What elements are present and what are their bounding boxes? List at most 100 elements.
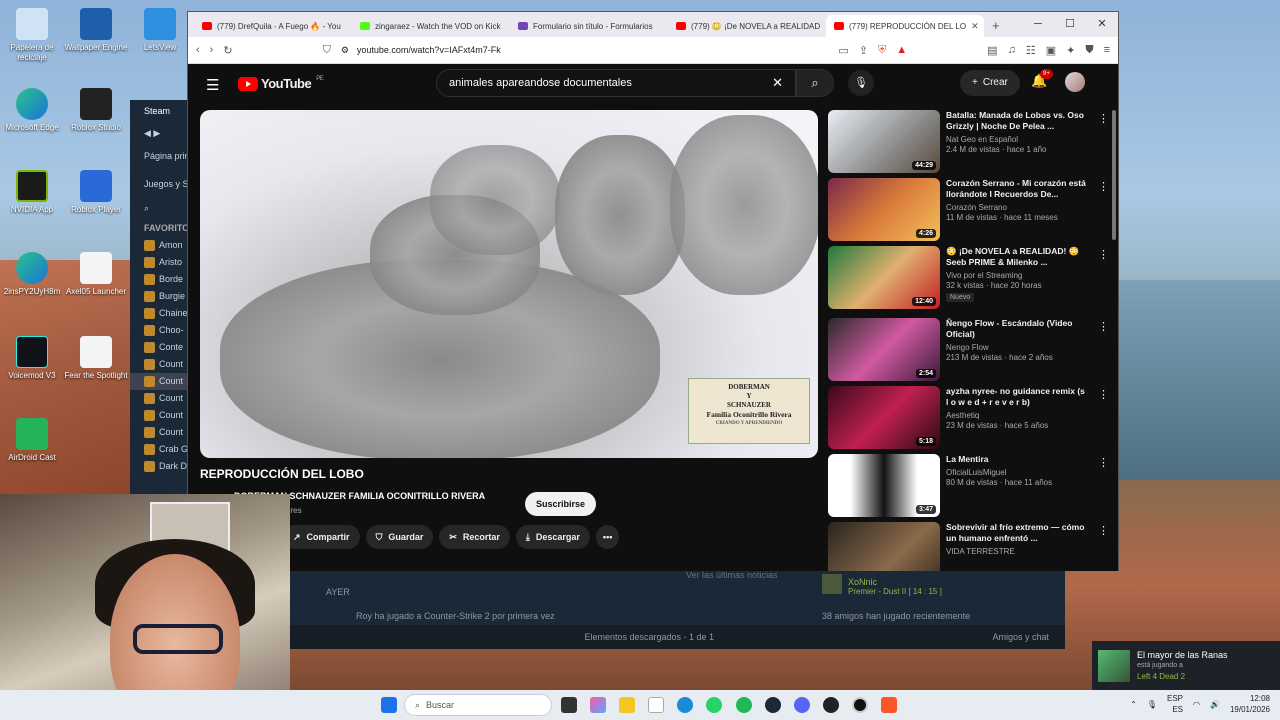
steam-game-item[interactable]: Count bbox=[130, 356, 190, 373]
edge-icon[interactable] bbox=[677, 697, 693, 713]
desktop-icon-voicemod[interactable]: Voicemod V3 bbox=[0, 336, 68, 381]
forward-icon[interactable]: › bbox=[210, 44, 214, 56]
maximize-button[interactable]: ☐ bbox=[1054, 12, 1086, 37]
language-indicator[interactable]: ESP ES bbox=[1167, 693, 1183, 715]
notifications-button[interactable]: 🔔 9+ bbox=[1031, 69, 1053, 89]
app-icon[interactable] bbox=[852, 697, 868, 713]
tab-kick[interactable]: zingaraez - Watch the VOD on Kick bbox=[352, 15, 510, 37]
extensions-icon[interactable]: ✦ bbox=[1066, 44, 1075, 57]
new-tab-button[interactable]: + bbox=[984, 15, 1008, 37]
desktop-icon-axel-launcher[interactable]: Axel05 Launcher bbox=[60, 252, 132, 297]
steam-search-icon[interactable]: ⌕ bbox=[130, 196, 190, 220]
steam-activity-item[interactable]: Roy ha jugado a Counter-Strike 2 por pri… bbox=[356, 611, 555, 621]
desktop-icon-nvidia[interactable]: NVIDIA App bbox=[0, 170, 68, 215]
related-video-card[interactable]: 5:18 ayzha nyree- no guidance remix (s l… bbox=[828, 386, 1113, 454]
obs-icon[interactable] bbox=[823, 697, 839, 713]
related-video-card[interactable]: 3:47 La Mentira OficialLuisMiguel 80 M de … bbox=[828, 454, 1113, 522]
desktop-icon-letsview[interactable]: LetsView bbox=[124, 8, 196, 53]
copilot-icon[interactable] bbox=[590, 697, 606, 713]
video-menu-icon[interactable]: ⋮ bbox=[1098, 388, 1109, 401]
sidebar-icon[interactable]: ▤ bbox=[987, 44, 997, 57]
steam-game-item[interactable]: Count bbox=[130, 373, 190, 390]
desktop-icon-roblox-studio[interactable]: Roblox Studio bbox=[60, 88, 132, 133]
desktop-icon-fear-the-spotlight[interactable]: Fear the Spotlight bbox=[60, 336, 132, 381]
youtube-logo[interactable]: YouTube PE bbox=[238, 76, 324, 91]
video-menu-icon[interactable]: ⋮ bbox=[1098, 524, 1109, 537]
related-video-card[interactable]: Sobrevivir al frío extremo — cómo un hum… bbox=[828, 522, 1113, 571]
desktop-icon-roblox-player[interactable]: Roblox Player bbox=[60, 170, 132, 215]
steam-game-item[interactable]: Count bbox=[130, 390, 190, 407]
clock[interactable]: 12:08 19/01/2026 bbox=[1230, 693, 1270, 715]
friend-name[interactable]: XoNnic bbox=[848, 577, 877, 587]
desktop-icon-wallpaper-engine[interactable]: Wallpaper Engine bbox=[60, 8, 132, 53]
share-button[interactable]: ↗ Compartir bbox=[283, 525, 360, 549]
save-button[interactable]: ⛉ Guardar bbox=[365, 525, 434, 549]
search-button[interactable]: ⌕ bbox=[796, 69, 834, 97]
discord-icon[interactable] bbox=[794, 697, 810, 713]
steam-game-item[interactable]: Count bbox=[130, 424, 190, 441]
steam-game-item[interactable]: Amon bbox=[130, 237, 190, 254]
url-field[interactable]: ⚙ youtube.com/watch?v=IAFxt4m7-Fk bbox=[341, 45, 829, 56]
desktop-icon-recycle-bin[interactable]: Papelera de reciclaje bbox=[0, 8, 68, 63]
video-menu-icon[interactable]: ⋮ bbox=[1098, 456, 1109, 469]
create-button[interactable]: + Crear bbox=[960, 70, 1020, 96]
tab-youtube-active[interactable]: (779) REPRODUCCIÓN DEL LO ✕ bbox=[826, 15, 984, 37]
video-player[interactable]: DOBERMAN Y SCHNAUZER Familia Oconitrillo… bbox=[200, 110, 818, 458]
windows-start-icon[interactable] bbox=[381, 697, 397, 713]
clip-button[interactable]: ✂ Recortar bbox=[439, 525, 510, 549]
subscribe-button[interactable]: Suscribirse bbox=[525, 492, 597, 516]
steam-game-item[interactable]: Dark D bbox=[130, 458, 190, 475]
account-avatar[interactable] bbox=[1065, 72, 1085, 92]
menu-icon[interactable]: ≡ bbox=[1104, 44, 1110, 56]
desktop-icon-edge[interactable]: Microsoft Edge bbox=[0, 88, 68, 133]
task-view-icon[interactable] bbox=[561, 697, 577, 713]
related-video-card[interactable]: 44:29 Batalla: Manada de Lobos vs. Oso G… bbox=[828, 110, 1113, 178]
reload-icon[interactable]: ↻ bbox=[223, 44, 232, 57]
steam-games-filter[interactable]: Juegos y So bbox=[130, 172, 190, 196]
vpn-icon[interactable]: ⛊ bbox=[1085, 44, 1093, 57]
share-icon[interactable]: ⇪ bbox=[859, 44, 868, 57]
back-icon[interactable]: ‹ bbox=[196, 44, 200, 56]
site-info-icon[interactable]: ⚙ bbox=[341, 45, 349, 56]
brave-icon[interactable] bbox=[881, 697, 897, 713]
scrollbar[interactable] bbox=[1112, 110, 1116, 240]
volume-icon[interactable]: 🔊 bbox=[1210, 700, 1220, 709]
desktop-icon-airdroid[interactable]: AirDroid Cast bbox=[0, 418, 68, 463]
steam-game-item[interactable]: Borde bbox=[130, 271, 190, 288]
taskbar-search[interactable]: ⌕ Buscar bbox=[404, 694, 552, 716]
music-icon[interactable]: ♫ bbox=[1008, 44, 1016, 56]
minimize-button[interactable]: ─ bbox=[1022, 12, 1054, 37]
steam-game-item[interactable]: Count bbox=[130, 407, 190, 424]
related-video-card[interactable]: 2:54 Ñengo Flow - Escándalo (Video Ofici… bbox=[828, 318, 1113, 386]
related-video-card[interactable]: 12:40 😳 ¡De NOVELA a REALIDAD! 😳 Seeb PR… bbox=[828, 246, 1113, 314]
tab-youtube-novela[interactable]: (779) 😳 ¡De NOVELA a REALIDAD bbox=[668, 15, 826, 37]
close-tab-icon[interactable]: ✕ bbox=[971, 21, 979, 32]
steam-nav-arrows[interactable]: ◀ ▶ bbox=[130, 122, 190, 144]
steam-game-item[interactable]: Conte bbox=[130, 339, 190, 356]
show-hidden-icons[interactable]: ⌃ bbox=[1130, 700, 1137, 709]
spotify-icon[interactable] bbox=[736, 697, 752, 713]
video-menu-icon[interactable]: ⋮ bbox=[1098, 320, 1109, 333]
more-actions-button[interactable]: ••• bbox=[595, 525, 620, 549]
video-menu-icon[interactable]: ⋮ bbox=[1098, 180, 1109, 193]
steam-game-item[interactable]: Crab G bbox=[130, 441, 190, 458]
brave-rewards-icon[interactable]: ▲ bbox=[896, 44, 907, 56]
store-icon[interactable] bbox=[648, 697, 664, 713]
steam-game-item[interactable]: Choo- bbox=[130, 322, 190, 339]
search-input[interactable]: animales apareandose documentales ✕ bbox=[436, 69, 796, 97]
wifi-icon[interactable]: ◠ bbox=[1193, 700, 1200, 709]
cast-icon[interactable]: ▭ bbox=[838, 44, 848, 57]
playlist-icon[interactable]: ☷ bbox=[1026, 44, 1036, 57]
clear-search-icon[interactable]: ✕ bbox=[772, 75, 783, 91]
hamburger-menu-icon[interactable]: ☰ bbox=[206, 76, 219, 94]
mic-tray-icon[interactable]: 🎙 bbox=[1147, 700, 1157, 709]
tab-youtube-drefquila[interactable]: (779) DrefQuila - A Fuego 🔥 - You bbox=[194, 15, 352, 37]
downloads-status[interactable]: Elementos descargados - 1 de 1 bbox=[584, 632, 714, 642]
file-explorer-icon[interactable] bbox=[619, 697, 635, 713]
video-menu-icon[interactable]: ⋮ bbox=[1098, 248, 1109, 261]
steam-home-link[interactable]: Página princ bbox=[130, 144, 190, 168]
steam-game-item[interactable]: Burgie bbox=[130, 288, 190, 305]
related-video-card[interactable]: 4:26 Corazón Serrano - Mi corazón está l… bbox=[828, 178, 1113, 246]
voice-search-button[interactable]: 🎙 bbox=[848, 70, 874, 96]
download-button[interactable]: ⤓ Descargar bbox=[515, 525, 590, 549]
